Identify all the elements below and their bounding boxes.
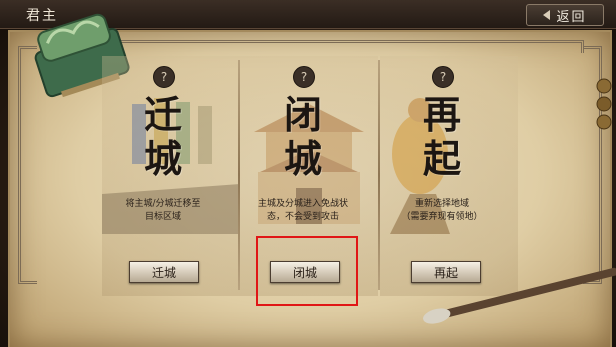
- relocate-button[interactable]: 迁城: [129, 261, 199, 283]
- relocate-help-icon[interactable]: ?: [153, 66, 175, 88]
- close-title-char-1: 闭: [283, 92, 322, 137]
- restart-button[interactable]: 再起: [411, 261, 481, 283]
- highlight-box: [256, 236, 358, 306]
- fret-border-left: [18, 46, 37, 284]
- back-button-label: 返回: [556, 9, 587, 25]
- restart-help-icon[interactable]: ?: [432, 66, 454, 88]
- back-button[interactable]: 返回: [526, 4, 604, 26]
- relocate-desc-line-1: 将主城/分城迁移至: [125, 199, 201, 209]
- close-desc-line-2: 态，不会受到攻击: [266, 212, 339, 222]
- restart-description: 重新选择地域 （需要弃现有领地）: [380, 198, 504, 224]
- restart-desc-line-2: （需要弃现有领地）: [401, 212, 483, 222]
- coins-decoration: [596, 78, 612, 130]
- relocate-title-char-1: 迁: [143, 92, 182, 137]
- close-title-char-2: 城: [283, 136, 322, 181]
- relocate-desc-line-2: 目标区域: [144, 212, 181, 222]
- close-description: 主城及分城进入免战状 态，不会受到攻击: [241, 198, 365, 224]
- restart-desc-line-1: 重新选择地域: [414, 199, 469, 209]
- relocate-title-char-2: 城: [143, 136, 182, 181]
- close-help-icon[interactable]: ?: [293, 66, 315, 88]
- relocate-description: 将主城/分城迁移至 目标区域: [101, 198, 225, 224]
- game-screen: 君主 返回 ? ? ? 迁 城 闭 城 再 起 将主城/分城迁移至 目标区域 主…: [0, 0, 616, 347]
- close-desc-line-1: 主城及分城进入免战状: [257, 199, 348, 209]
- restart-title-char-2: 起: [422, 136, 461, 181]
- restart-title-char-1: 再: [422, 92, 461, 137]
- back-arrow-icon: [543, 10, 551, 20]
